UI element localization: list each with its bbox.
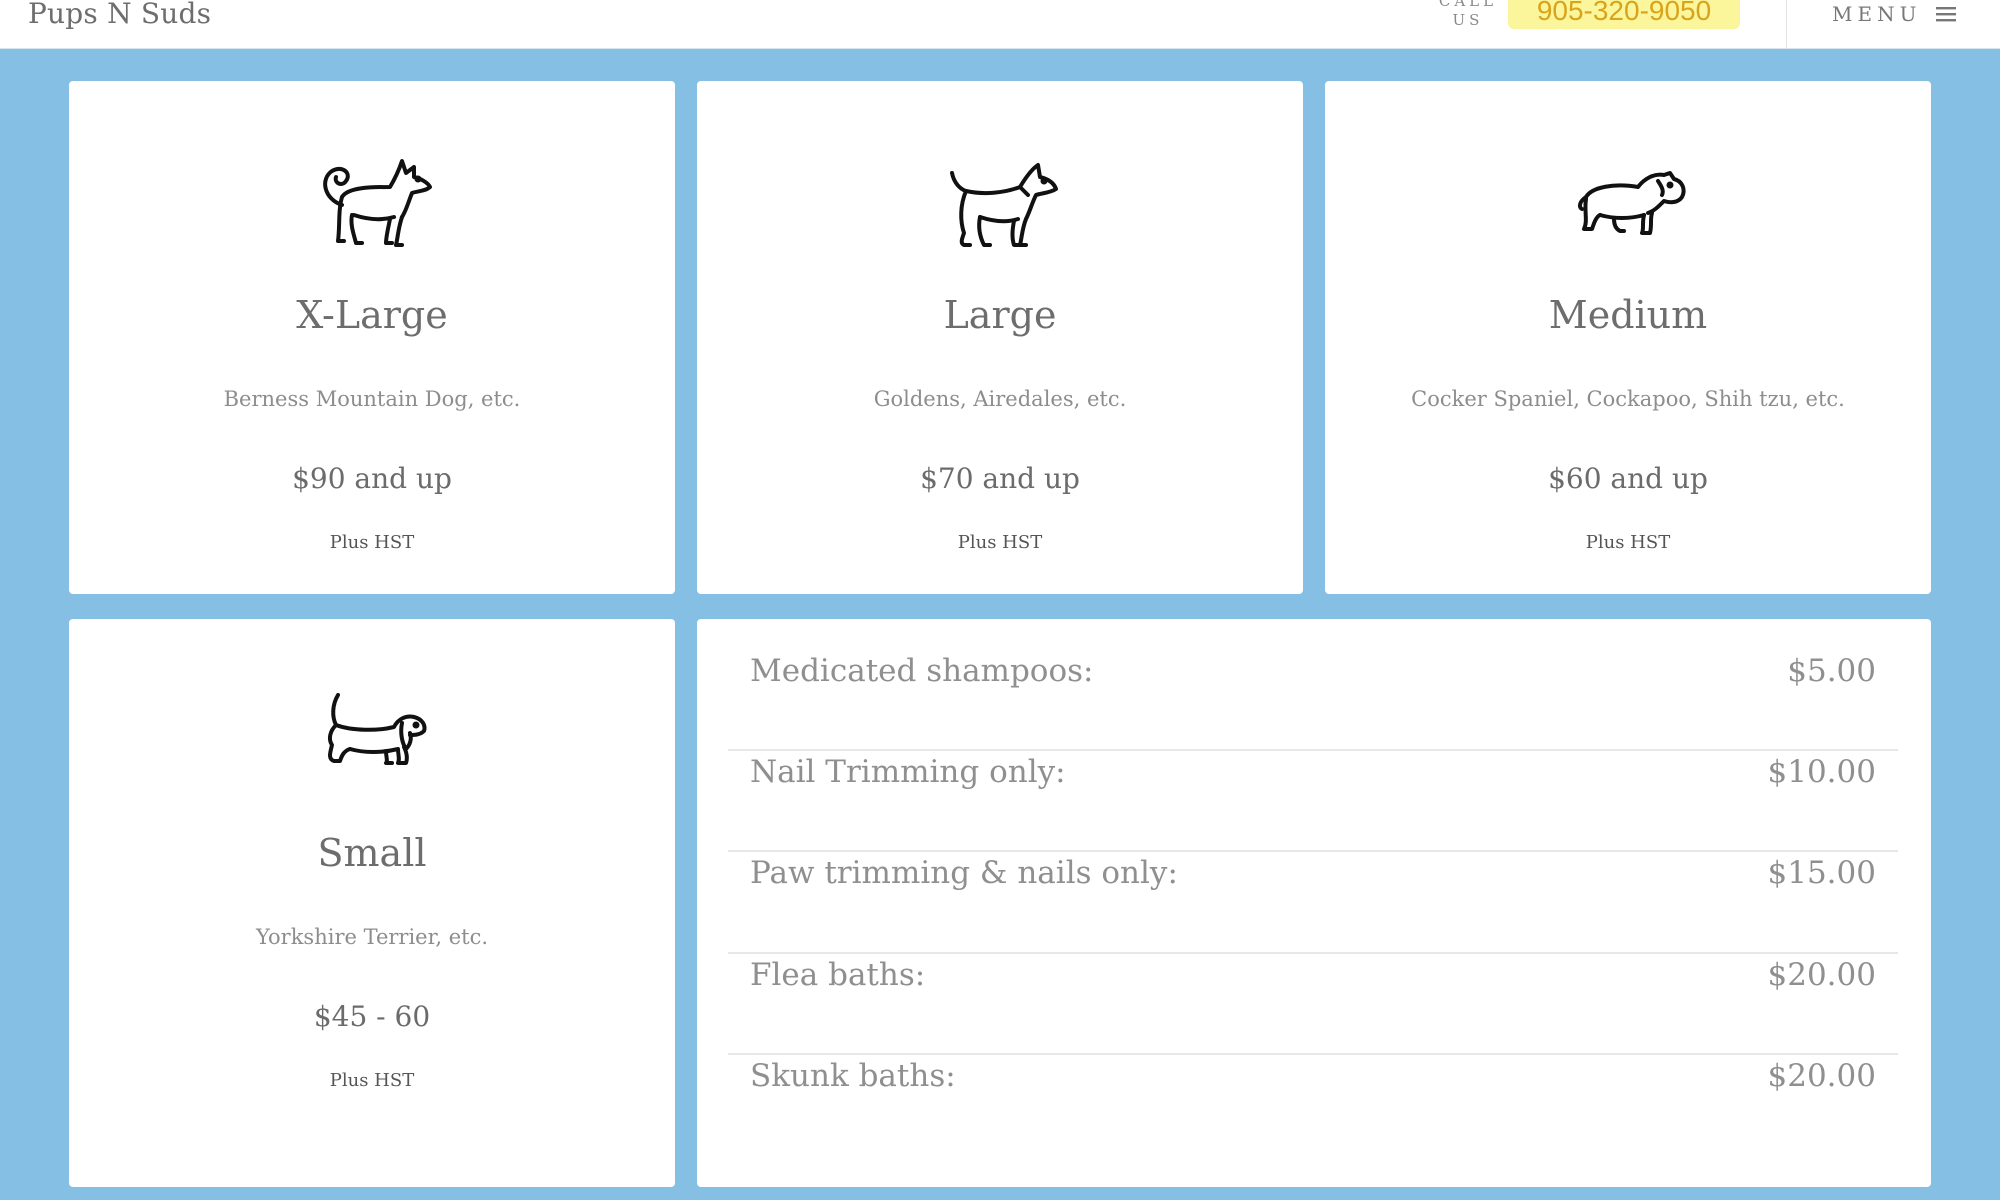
size-tax-note: Plus HST (1585, 532, 1671, 553)
service-row: Paw trimming & nails only: $15.00 (728, 821, 1898, 922)
service-price: $10.00 (1767, 754, 1876, 790)
header-divider (1786, 0, 1787, 49)
service-name: Paw trimming & nails only: (750, 855, 1178, 891)
size-price: $45 - 60 (313, 1000, 431, 1033)
service-price: $15.00 (1767, 855, 1876, 891)
size-description: Goldens, Airedales, etc. (873, 387, 1127, 411)
bulldog-icon (1558, 137, 1698, 257)
call-us-label-line1: CALL (1438, 0, 1498, 10)
call-us-label: CALL US (1428, 0, 1508, 30)
service-row: Medicated shampoos: $5.00 (728, 619, 1898, 720)
dachshund-dog-icon (302, 675, 442, 795)
size-description: Yorkshire Terrier, etc. (255, 925, 488, 949)
size-price: $90 and up (292, 462, 452, 495)
service-name: Medicated shampoos: (750, 653, 1094, 689)
service-row: Skunk baths: $20.00 (728, 1024, 1898, 1125)
size-card-large: Large Goldens, Airedales, etc. $70 and u… (697, 81, 1303, 594)
menu-label: MENU (1832, 2, 1922, 26)
size-title: Large (943, 293, 1057, 337)
service-name: Flea baths: (750, 957, 926, 993)
size-description: Cocker Spaniel, Cockapoo, Shih tzu, etc. (1411, 387, 1845, 411)
hamburger-menu-icon (1935, 4, 1957, 24)
size-tax-note: Plus HST (329, 532, 415, 553)
service-row: Flea baths: $20.00 (728, 923, 1898, 1024)
site-logo-text[interactable]: Pups N Suds (28, 0, 211, 32)
service-price: $5.00 (1787, 653, 1876, 689)
size-description: Berness Mountain Dog, etc. (223, 387, 521, 411)
size-card-x-large: X-Large Berness Mountain Dog, etc. $90 a… (69, 81, 675, 594)
size-card-medium: Medium Cocker Spaniel, Cockapoo, Shih tz… (1325, 81, 1931, 594)
size-title: Small (317, 831, 427, 875)
size-price: $70 and up (920, 462, 1080, 495)
size-title: X-Large (296, 293, 448, 337)
size-tax-note: Plus HST (957, 532, 1043, 553)
size-price: $60 and up (1548, 462, 1708, 495)
husky-dog-icon (302, 137, 442, 257)
service-price: $20.00 (1767, 1058, 1876, 1094)
terrier-dog-icon (930, 137, 1070, 257)
service-row: Nail Trimming only: $10.00 (728, 720, 1898, 821)
size-title: Medium (1548, 293, 1708, 337)
site-header: Pups N Suds CALL US 905-320-9050 MENU (0, 0, 2000, 49)
call-us-label-line2: US (1452, 11, 1484, 29)
service-name: Skunk baths: (750, 1058, 956, 1094)
size-tax-note: Plus HST (329, 1070, 415, 1091)
service-name: Nail Trimming only: (750, 754, 1066, 790)
additional-services-card: Medicated shampoos: $5.00 Nail Trimming … (697, 619, 1931, 1187)
phone-number-link[interactable]: 905-320-9050 (1508, 0, 1740, 29)
size-card-small: Small Yorkshire Terrier, etc. $45 - 60 P… (69, 619, 675, 1187)
menu-button[interactable]: MENU (1832, 0, 1957, 28)
service-price: $20.00 (1767, 957, 1876, 993)
